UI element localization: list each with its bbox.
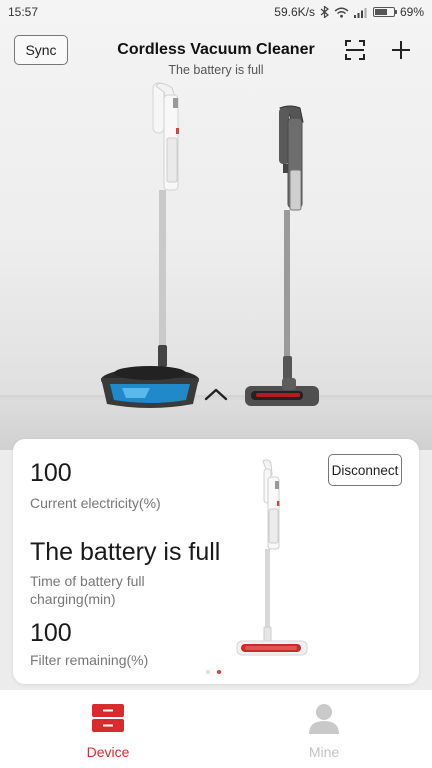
status-indicators: 59.6K/s 69% [274,5,424,19]
battery-level-fill [374,9,387,15]
device-status-card: 100 Current electricity(%) The battery i… [13,439,419,684]
status-bar: 15:57 59.6K/s 69% [0,0,432,24]
sync-button[interactable]: Sync [14,35,68,65]
disconnect-button[interactable]: Disconnect [328,454,402,486]
wifi-icon [334,7,349,18]
bottom-nav: Device Mine [0,690,432,768]
battery-percent: 69% [399,5,424,19]
battery-status-value: The battery is full [30,538,221,566]
chevron-up-icon[interactable] [203,386,229,402]
plus-icon[interactable] [390,39,412,61]
page-dot[interactable] [217,670,221,674]
user-icon [309,704,339,734]
page-indicator [206,670,221,674]
vacuum-thumbnail [236,459,308,656]
electricity-label: Current electricity(%) [30,495,161,511]
page-subtitle: The battery is full [168,63,264,77]
status-time: 15:57 [8,5,39,19]
signal-icon [353,7,367,18]
battery-icon [372,7,397,17]
nav-mine-label: Mine [308,744,340,760]
page-dot[interactable] [206,670,210,674]
filter-label: Filter remaining(%) [30,652,149,668]
electricity-value: 100 [30,459,72,487]
scan-icon[interactable] [345,40,365,60]
network-speed: 59.6K/s [274,5,315,19]
page-title: Cordless Vacuum Cleaner [117,41,315,58]
nav-mine[interactable]: Mine [216,690,432,768]
filter-value: 100 [30,619,72,647]
nav-device-label: Device [86,744,130,760]
bluetooth-icon [320,6,329,18]
white-vacuum [101,82,199,408]
nav-device[interactable]: Device [0,690,216,768]
grey-vacuum [245,105,319,406]
device-icon [92,704,124,732]
charge-time-label: Time of battery full charging(min) [30,573,145,607]
